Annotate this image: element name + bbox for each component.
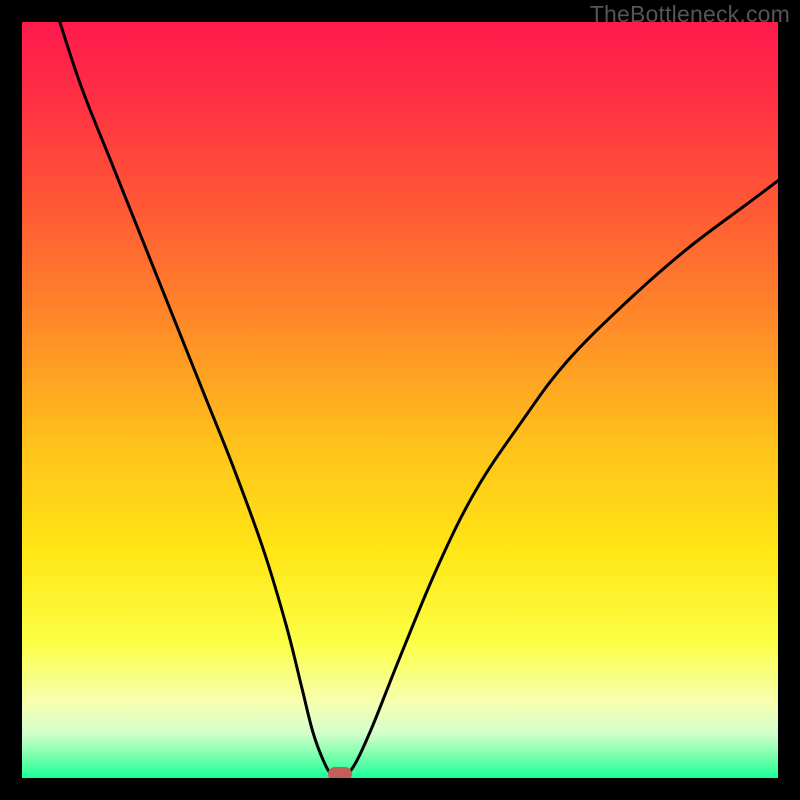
bottleneck-curve [22,22,778,778]
minimum-marker [328,767,352,778]
chart-frame: TheBottleneck.com [0,0,800,800]
plot-area [22,22,778,778]
